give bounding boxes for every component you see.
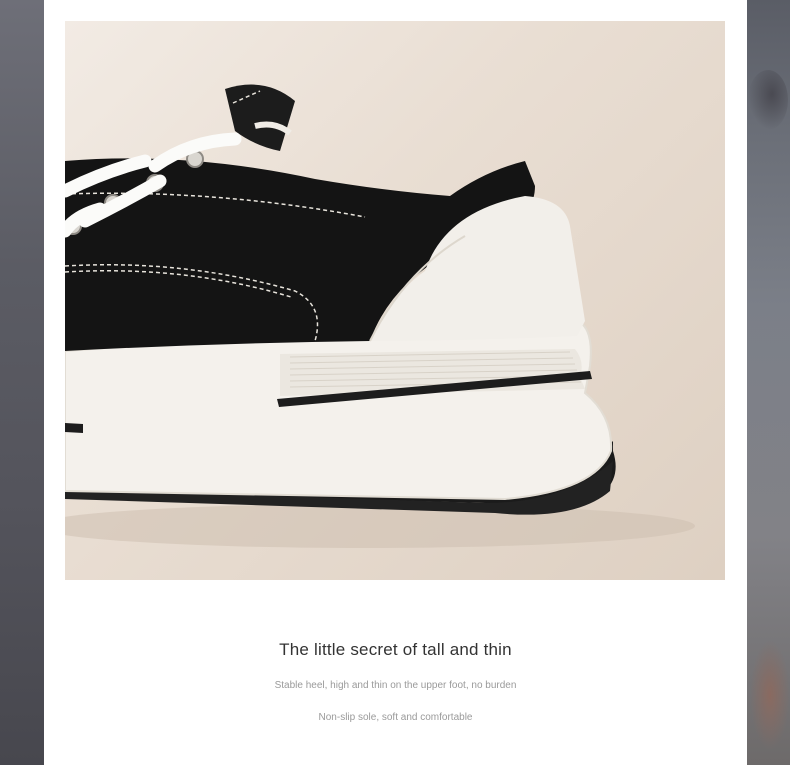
product-image [65, 21, 725, 580]
background-right-blur [746, 0, 790, 765]
background-shape [748, 70, 788, 130]
product-caption-title: The little secret of tall and thin [279, 640, 512, 659]
background-left-blur [0, 0, 44, 765]
product-detail-card: The little secret of tall and thin Stabl… [44, 0, 747, 765]
feature-line-sole: Non-slip sole, soft and comfortable [318, 712, 473, 723]
feature-line-heel: Stable heel, high and thin on the upper … [274, 680, 517, 691]
background-shape-bottom [750, 640, 790, 750]
sneaker-illustration [65, 84, 695, 548]
